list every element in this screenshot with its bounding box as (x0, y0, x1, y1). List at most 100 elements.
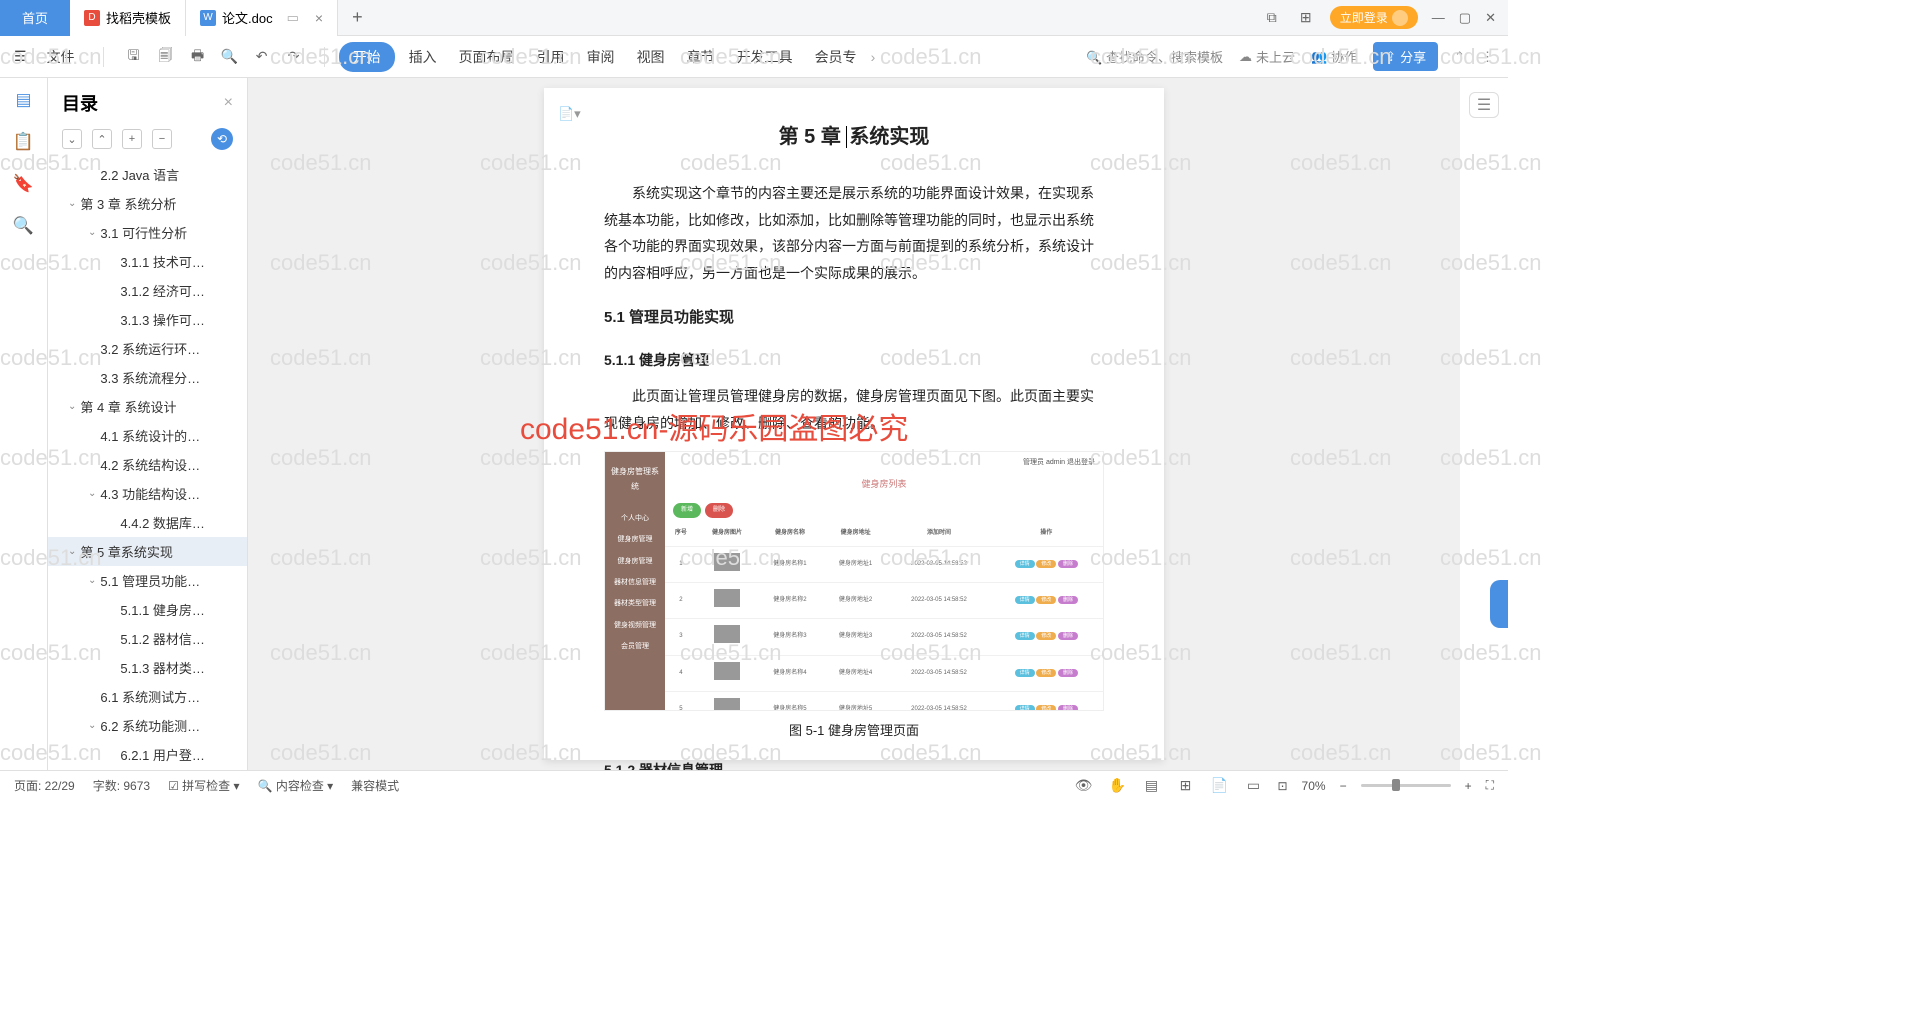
word-count[interactable]: 字数: 9673 (93, 777, 150, 794)
add-icon[interactable]: + (122, 129, 142, 149)
spellcheck-toggle[interactable]: ☑ 拼写检查 ▾ (168, 777, 239, 794)
tab-devtools[interactable]: 开发工具 (729, 43, 801, 71)
preview-icon[interactable]: 🔍 (220, 48, 240, 65)
tab-reference[interactable]: 引用 (529, 43, 573, 71)
outline-item[interactable]: ⌄6.2.1 用户登… (48, 740, 247, 769)
menu-icon[interactable]: ☰ (14, 48, 27, 65)
outline-panel: 目录 × ⌄ ⌃ + − ⟲ ⌄2.2 Java 语言⌄第 3 章 系统分析⌄3… (48, 78, 248, 770)
float-side-tab[interactable] (1490, 580, 1508, 628)
tab-document[interactable]: W 论文.doc ▭ × (186, 0, 338, 36)
login-label: 立即登录 (1340, 9, 1388, 26)
tab-view[interactable]: 视图 (629, 43, 673, 71)
collab-button[interactable]: 👥 协作 (1311, 47, 1357, 66)
tab-start[interactable]: 开始 (339, 42, 395, 72)
outline-item[interactable]: ⌄4.3 功能结构设… (48, 479, 247, 508)
redo-icon[interactable]: ↷ (284, 48, 304, 65)
outline-item[interactable]: ⌄4.1 系统设计的… (48, 421, 247, 450)
more-icon[interactable]: ⋮ (1481, 49, 1494, 65)
heading-2: 5.1 管理员功能实现 (604, 304, 1104, 333)
figure: 健身房管理系统 个人中心健身房管理健身房管理器材信息管理器材类型管理健身视频管理… (604, 451, 1104, 744)
layout-icon[interactable]: ⧉ (1262, 9, 1282, 26)
minimize-icon[interactable]: — (1432, 10, 1445, 26)
zoom-in-icon[interactable]: + (1465, 779, 1472, 793)
bookmark-icon[interactable]: 🔖 (13, 174, 34, 194)
tab-label: 找稻壳模板 (106, 8, 171, 27)
outline-item[interactable]: ⌄3.1.3 操作可… (48, 305, 247, 334)
page-tool-icon[interactable]: 📄▾ (558, 102, 581, 127)
tab-template[interactable]: D 找稻壳模板 (70, 0, 186, 36)
outline-item[interactable]: ⌄第 5 章系统实现 (48, 537, 247, 566)
login-button[interactable]: 立即登录 (1330, 6, 1418, 29)
document-area[interactable]: 📄▾ 第 5 章 系统实现 系统实现这个章节的内容主要还是展示系统的功能界面设计… (248, 78, 1460, 770)
expand-all-icon[interactable]: ⌃ (92, 129, 112, 149)
print-layout-icon[interactable]: 📄 (1209, 777, 1229, 794)
collapse-all-icon[interactable]: ⌄ (62, 129, 82, 149)
chevron-up-icon[interactable]: ⌃ (1454, 49, 1465, 65)
outline-item[interactable]: ⌄4.2 系统结构设… (48, 450, 247, 479)
outline-item[interactable]: ⌄5.1.2 器材信… (48, 624, 247, 653)
reading-icon[interactable]: ▤ (1141, 777, 1161, 794)
content-check[interactable]: 🔍 内容检查 ▾ (258, 777, 334, 794)
body-paragraph: 此页面让管理员管理健身房的数据，健身房管理页面见下图。此页面主要实现健身房的增加… (604, 383, 1104, 436)
outline-item[interactable]: ⌄3.1 可行性分析 (48, 218, 247, 247)
zoom-value[interactable]: 70% (1302, 779, 1326, 793)
clipboard-icon[interactable]: 📋 (13, 132, 34, 152)
outline-item[interactable]: ⌄3.2 系统运行环… (48, 334, 247, 363)
outline-item[interactable]: ⌄第 4 章 系统设计 (48, 392, 247, 421)
file-menu[interactable]: 文件 (39, 43, 83, 71)
intro-paragraph: 系统实现这个章节的内容主要还是展示系统的功能界面设计效果，在实现系统基本功能，比… (604, 180, 1104, 286)
close-icon[interactable]: × (315, 10, 323, 26)
outline-item[interactable]: ⌄3.1.1 技术可… (48, 247, 247, 276)
outline-title: 目录 (62, 90, 98, 116)
outline-item[interactable]: ⌄6.2 系统功能测… (48, 711, 247, 740)
outline-item[interactable]: ⌄2.2 Java 语言 (48, 160, 247, 189)
web-layout-icon[interactable]: ⊞ (1175, 777, 1195, 794)
outline-close-icon[interactable]: × (224, 94, 233, 112)
search-icon[interactable]: 🔍 (13, 216, 34, 236)
outline-view-icon[interactable]: ▭ (1243, 777, 1263, 794)
save-icon[interactable]: 🖫 (124, 45, 144, 69)
fullscreen-icon[interactable]: ⛶ (1486, 778, 1494, 793)
right-panel-toggle-icon[interactable]: ☰ (1469, 92, 1499, 118)
tab-chapter[interactable]: 章节 (679, 43, 723, 71)
cloud-status[interactable]: ☁ 未上云 (1239, 47, 1295, 66)
compat-mode: 兼容模式 (351, 777, 399, 794)
outline-item[interactable]: ⌄3.3 系统流程分… (48, 363, 247, 392)
outline-item[interactable]: ⌄6.1 系统测试方… (48, 682, 247, 711)
outline-icon[interactable]: ▤ (15, 90, 31, 110)
split-view-icon[interactable]: ▭ (287, 10, 299, 26)
zoom-slider[interactable] (1361, 784, 1451, 787)
outline-tree[interactable]: ⌄2.2 Java 语言⌄第 3 章 系统分析⌄3.1 可行性分析⌄3.1.1 … (48, 160, 247, 770)
apps-icon[interactable]: ⊞ (1296, 9, 1316, 26)
remove-icon[interactable]: − (152, 129, 172, 149)
tab-review[interactable]: 审阅 (579, 43, 623, 71)
outline-item[interactable]: ⌄5.1.3 器材类… (48, 653, 247, 682)
page-counter[interactable]: 页面: 22/29 (14, 777, 75, 794)
ribbon-more-icon[interactable]: › (871, 49, 876, 65)
eye-icon[interactable]: 👁 (1073, 777, 1093, 794)
figure-image: 健身房管理系统 个人中心健身房管理健身房管理器材信息管理器材类型管理健身视频管理… (604, 451, 1104, 711)
outline-item[interactable]: ⌄5.1 管理员功能… (48, 566, 247, 595)
tab-member[interactable]: 会员专 (807, 43, 865, 71)
print-icon[interactable]: 🖶 (188, 45, 208, 69)
close-window-icon[interactable]: ✕ (1485, 10, 1496, 26)
command-search[interactable]: 🔍 查找命令、搜索模板 (1086, 47, 1223, 66)
outline-item[interactable]: ⌄4.4.2 数据库… (48, 508, 247, 537)
title-bar: 首页 D 找稻壳模板 W 论文.doc ▭ × + ⧉ ⊞ 立即登录 — ▢ ✕ (0, 0, 1508, 36)
maximize-icon[interactable]: ▢ (1459, 10, 1471, 26)
tab-layout[interactable]: 页面布局 (451, 43, 523, 71)
save-as-icon[interactable]: 🗐 (156, 45, 176, 69)
sync-badge-icon[interactable]: ⟲ (211, 128, 233, 150)
share-button[interactable]: ⇪ 分享 (1373, 42, 1438, 71)
new-tab-button[interactable]: + (338, 7, 377, 28)
zoom-fit-icon[interactable]: ⊡ (1277, 779, 1287, 793)
undo-icon[interactable]: ↶ (252, 48, 272, 65)
right-rail: ☰ (1460, 78, 1508, 770)
tab-insert[interactable]: 插入 (401, 43, 445, 71)
outline-item[interactable]: ⌄3.1.2 经济可… (48, 276, 247, 305)
outline-item[interactable]: ⌄第 3 章 系统分析 (48, 189, 247, 218)
outline-item[interactable]: ⌄5.1.1 健身房… (48, 595, 247, 624)
hand-icon[interactable]: ✋ (1107, 777, 1127, 794)
tab-home[interactable]: 首页 (0, 0, 70, 36)
zoom-out-icon[interactable]: − (1340, 779, 1347, 793)
